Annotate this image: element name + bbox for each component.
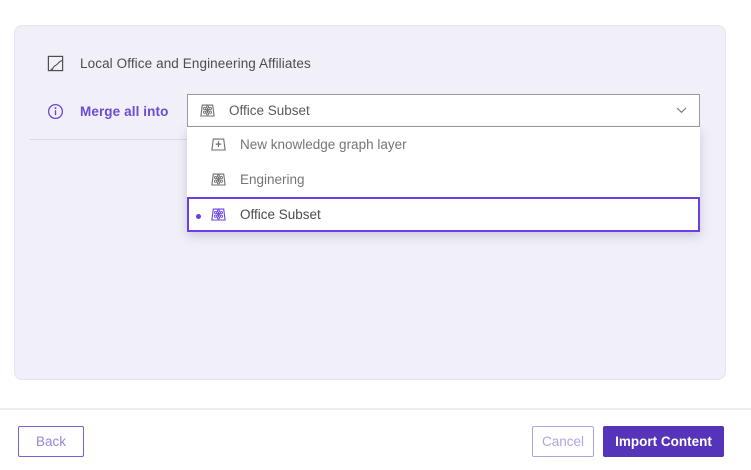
back-button[interactable]: Back [18, 426, 84, 457]
new-knowledge-graph-layer-icon [210, 136, 227, 153]
selected-option-bullet [196, 214, 201, 219]
dropdown-option-label: Enginering [240, 172, 305, 187]
dropdown-option-new-knowledge-graph-layer[interactable]: New knowledge graph layer [187, 127, 700, 162]
merge-row: Merge all into [47, 95, 168, 127]
merge-target-select[interactable]: Office Subset [187, 94, 700, 127]
map-layer-icon [47, 55, 64, 72]
cancel-button[interactable]: Cancel [532, 426, 594, 457]
dropdown-option-label: New knowledge graph layer [240, 137, 407, 152]
info-icon[interactable] [47, 103, 64, 120]
merge-target-dropdown: Office Subset New knowledge graph layer [187, 94, 700, 232]
chevron-down-icon [676, 107, 687, 114]
layer-row: Local Office and Engineering Affiliates [47, 47, 311, 79]
select-value-label: Office Subset [229, 103, 663, 118]
dropdown-option-label: Office Subset [240, 207, 321, 222]
dropdown-option-office-subset[interactable]: Office Subset [187, 197, 700, 232]
footer-divider [0, 408, 751, 410]
merge-all-into-label: Merge all into [80, 104, 168, 119]
merge-target-dropdown-menu: New knowledge graph layer Enginering [187, 127, 700, 232]
knowledge-graph-layer-icon [210, 206, 227, 223]
import-content-button[interactable]: Import Content [603, 426, 724, 457]
knowledge-graph-layer-icon [210, 171, 227, 188]
dropdown-option-enginering[interactable]: Enginering [187, 162, 700, 197]
knowledge-graph-layer-icon [199, 102, 216, 119]
layer-name-label: Local Office and Engineering Affiliates [80, 56, 311, 71]
